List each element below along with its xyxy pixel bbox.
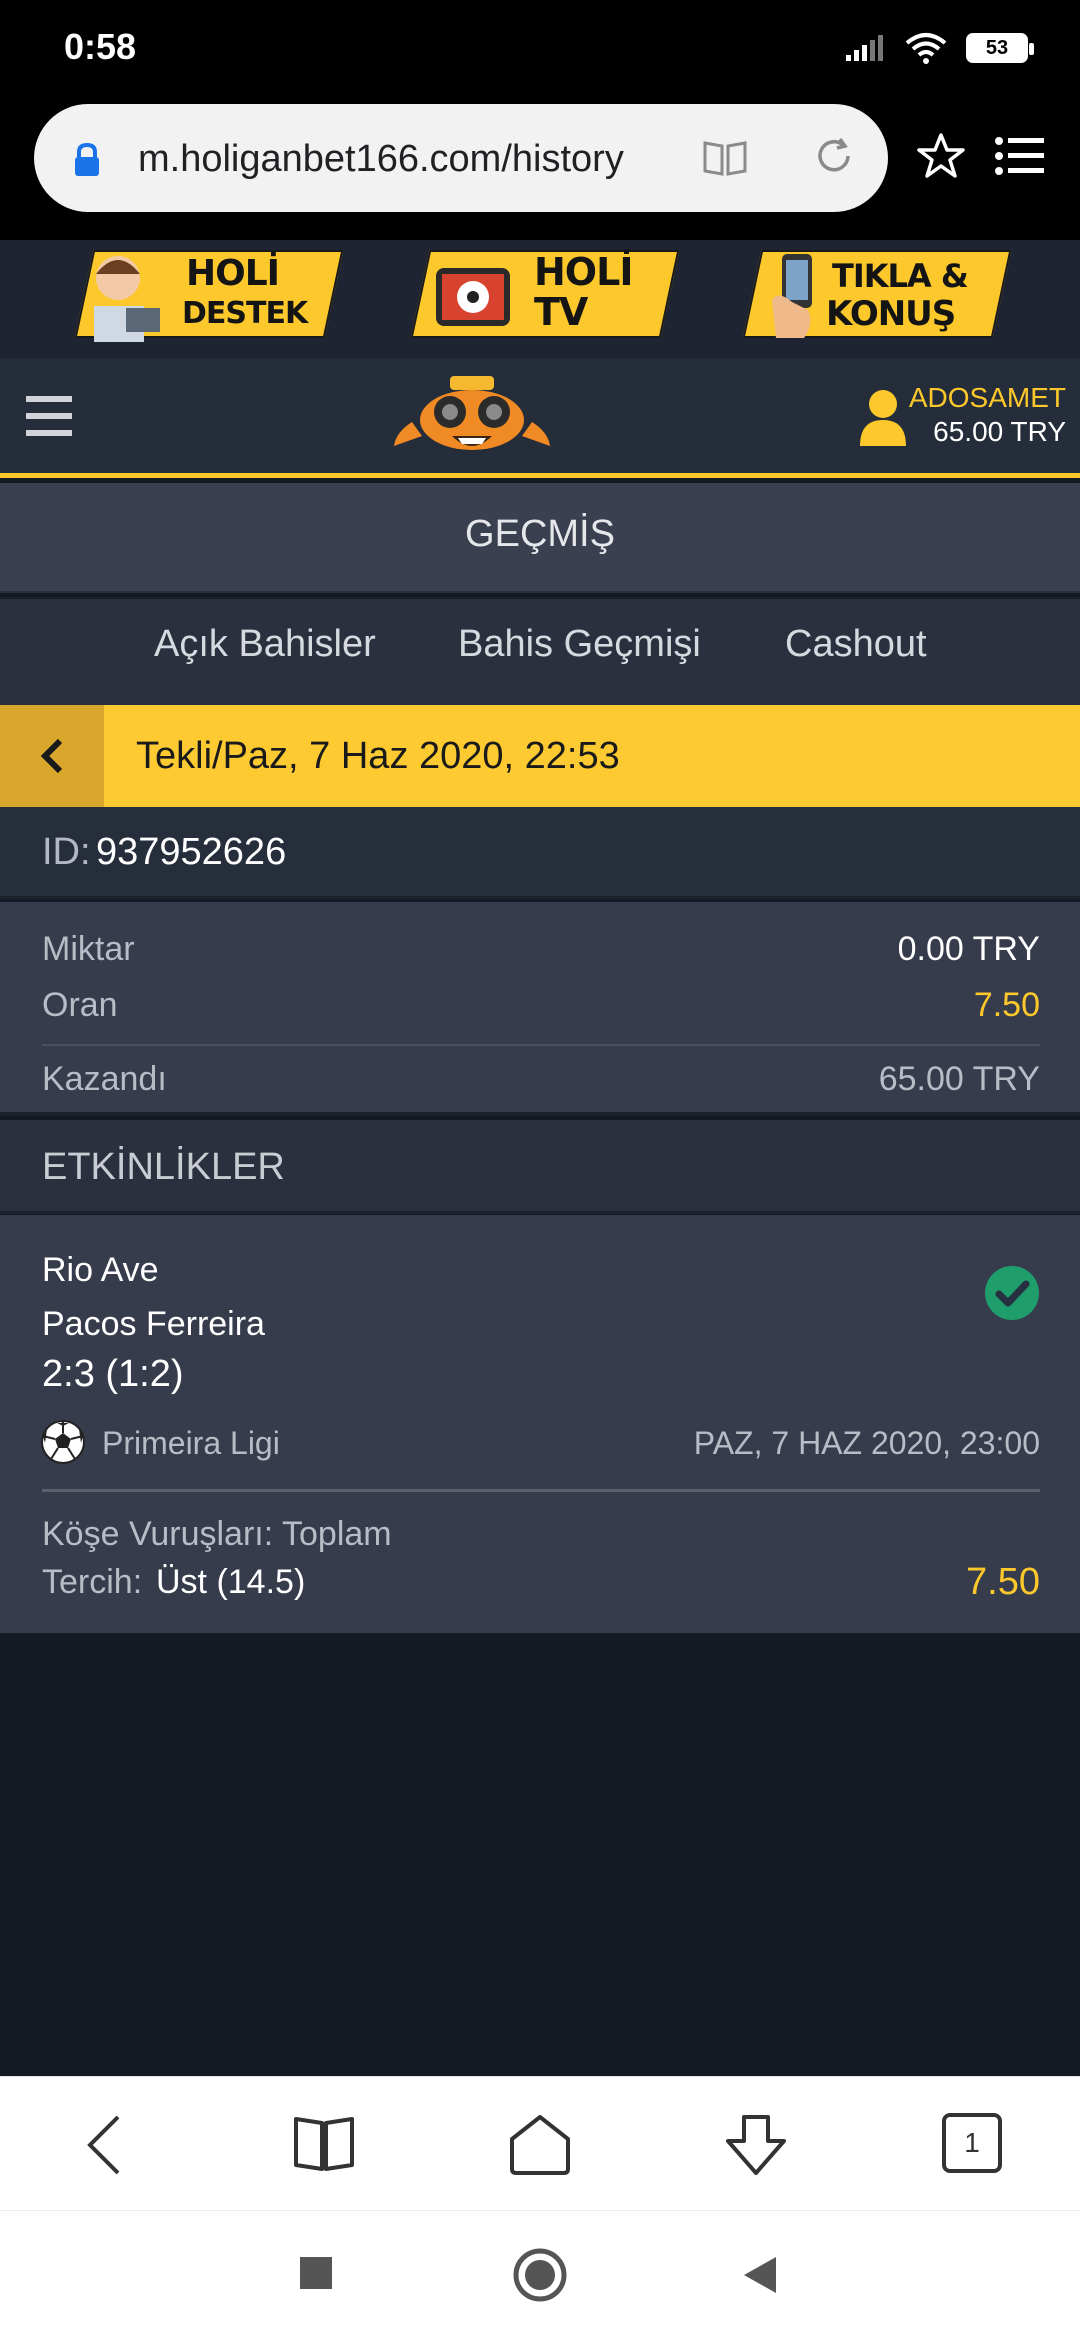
chevron-left-icon xyxy=(40,738,63,774)
odds-label: Oran xyxy=(42,986,118,1024)
wifi-icon xyxy=(905,33,947,64)
status-bar: 0:58 53 xyxy=(0,0,1080,96)
banner-3-line1: TIKLA & xyxy=(832,257,968,295)
download-icon[interactable] xyxy=(722,2113,790,2177)
banner-1-line1: HOLİ xyxy=(186,253,280,294)
status-icons: 53 xyxy=(844,28,1034,68)
battery-icon: 53 xyxy=(966,33,1034,63)
system-nav-bar xyxy=(0,2210,1080,2340)
browser-menu-icon[interactable] xyxy=(994,136,1046,176)
summary-divider xyxy=(42,1044,1040,1046)
events-header: ETKİNLİKLER xyxy=(0,1120,1080,1214)
bookmarks-book-icon[interactable] xyxy=(292,2113,356,2173)
events-title: ETKİNLİKLER xyxy=(42,1146,285,1188)
banner-tikla-konus[interactable]: TIKLA & KONUŞ xyxy=(742,250,1012,338)
home-circle-icon[interactable] xyxy=(512,2247,568,2303)
hamburger-menu-icon[interactable] xyxy=(26,392,74,440)
banner-2-line1: HOLİ xyxy=(534,250,633,294)
odds-value: 7.50 xyxy=(973,986,1040,1024)
event-odds: 7.50 xyxy=(966,1561,1040,1603)
ticket-summary: Miktar 0.00 TRY Oran 7.50 Kazandı 65.00 … xyxy=(0,902,1080,1116)
site-header: ADOSAMET 65.00 TRY xyxy=(0,358,1080,478)
banner-3-line2: KONUŞ xyxy=(826,294,956,334)
football-icon xyxy=(41,1420,85,1464)
result-value: 65.00 TRY xyxy=(878,1060,1040,1098)
site-logo[interactable] xyxy=(392,372,552,464)
status-time: 0:58 xyxy=(64,26,137,67)
history-tabs: Açık Bahisler Bahis Geçmişi Cashout xyxy=(0,597,1080,705)
page-title: GEÇMİŞ xyxy=(465,513,615,555)
tab-cashout[interactable]: Cashout xyxy=(785,623,927,666)
event-datetime: PAZ, 7 HAZ 2020, 23:00 xyxy=(693,1425,1040,1461)
home-team: Rio Ave xyxy=(42,1251,159,1289)
recents-square-icon[interactable] xyxy=(298,2255,334,2291)
page-title-bar: GEÇMİŞ xyxy=(0,483,1080,593)
address-bar[interactable]: m.holiganbet166.com/history xyxy=(34,104,888,212)
promo-banner-strip: HOLİ DESTEK HOLİ TV TIKLA & KONUŞ xyxy=(0,240,1080,358)
banner-1-line2: DESTEK xyxy=(182,296,308,331)
reader-mode-icon[interactable] xyxy=(702,138,748,178)
event-league: Primeira Ligi xyxy=(102,1425,280,1461)
battery-level: 53 xyxy=(985,36,1009,59)
ticket-id-value: 937952626 xyxy=(96,831,287,873)
result-label: Kazandı xyxy=(42,1060,167,1098)
ticket-id-label: ID: xyxy=(42,831,91,873)
ticket-title: Tekli/Paz, 7 Haz 2020, 22:53 xyxy=(136,735,620,777)
support-agent-icon xyxy=(94,256,160,342)
ticket-id-row: ID: 937952626 xyxy=(0,807,1080,899)
tv-football-icon xyxy=(436,268,510,326)
tabs-count-button[interactable]: 1 xyxy=(942,2113,1002,2173)
bookmark-star-icon[interactable] xyxy=(916,132,966,180)
stake-label: Miktar xyxy=(42,930,135,968)
signal-icon xyxy=(846,35,883,61)
url-text[interactable]: m.holiganbet166.com/history xyxy=(138,138,678,181)
home-icon[interactable] xyxy=(508,2113,572,2175)
pick-label: Tercih: xyxy=(42,1563,143,1601)
phone-hand-icon xyxy=(772,254,812,338)
away-team: Pacos Ferreira xyxy=(42,1305,265,1343)
event-market: Köşe Vuruşları: Toplam xyxy=(42,1515,392,1553)
lock-icon xyxy=(75,142,99,176)
ticket-header: Tekli/Paz, 7 Haz 2020, 22:53 xyxy=(0,705,1080,807)
back-button[interactable] xyxy=(0,705,104,807)
user-avatar-icon[interactable] xyxy=(858,388,908,446)
banner-holi-tv[interactable]: HOLİ TV xyxy=(410,250,680,338)
banner-2-line2: TV xyxy=(534,290,588,334)
stake-value: 0.00 TRY xyxy=(897,930,1040,968)
reload-icon[interactable] xyxy=(812,134,856,178)
tabs-count: 1 xyxy=(964,2127,980,2158)
system-back-triangle-icon[interactable] xyxy=(742,2255,778,2295)
username[interactable]: ADOSAMET xyxy=(909,382,1066,414)
event-card: Rio Ave Pacos Ferreira 2:3 (1:2) Primeir… xyxy=(0,1215,1080,1633)
browser-bottom-nav: 1 xyxy=(0,2076,1080,2210)
event-divider xyxy=(42,1489,1040,1492)
event-score: 2:3 (1:2) xyxy=(42,1353,184,1395)
won-check-icon xyxy=(985,1266,1039,1320)
pick-value: Üst (14.5) xyxy=(156,1563,306,1601)
tab-acik-bahisler[interactable]: Açık Bahisler xyxy=(154,623,376,666)
tab-bahis-gecmisi[interactable]: Bahis Geçmişi xyxy=(458,623,701,666)
browser-toolbar: m.holiganbet166.com/history xyxy=(0,96,1080,240)
browser-back-icon[interactable] xyxy=(84,2113,124,2177)
banner-holi-destek[interactable]: HOLİ DESTEK xyxy=(74,250,344,342)
user-balance: 65.00 TRY xyxy=(933,416,1066,447)
